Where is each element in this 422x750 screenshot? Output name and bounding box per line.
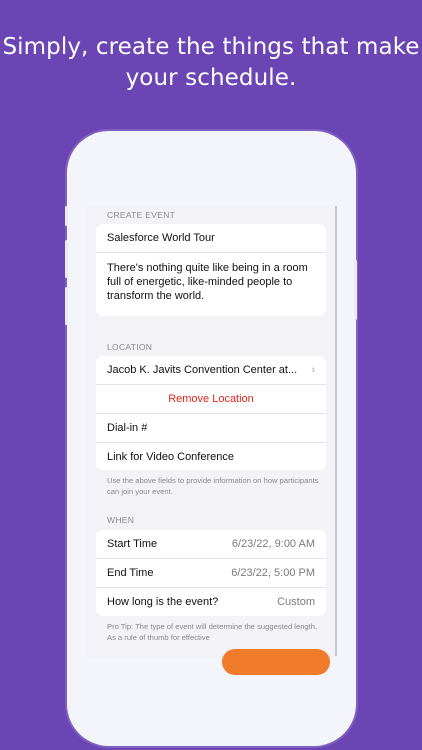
headline-line-1: Simply, create the things that make (2, 34, 420, 60)
phone-side-button (65, 206, 68, 226)
event-description-field[interactable]: There's nothing quite like being in a ro… (96, 252, 326, 311)
event-title-field[interactable]: Salesforce World Tour (96, 224, 326, 252)
event-duration-label: How long is the event? (107, 596, 219, 608)
scroll-indicator[interactable] (335, 206, 337, 656)
location-section-label: LOCATION (107, 342, 153, 352)
video-conference-link-field[interactable]: Link for Video Conference (96, 442, 326, 470)
start-time-value: 6/23/22, 9:00 AM (231, 538, 315, 550)
phone-volume-up-button (65, 240, 68, 278)
remove-location-label: Remove Location (168, 393, 254, 405)
dial-in-field[interactable]: Dial-in # (96, 413, 326, 442)
location-picker[interactable]: Jacob K. Javits Convention Center at... … (96, 356, 326, 384)
chevron-right-icon: › (311, 364, 315, 376)
location-card: Jacob K. Javits Convention Center at... … (96, 356, 326, 470)
end-time-value: 6/23/22, 5:00 PM (231, 567, 315, 579)
location-value: Jacob K. Javits Convention Center at... (107, 364, 298, 376)
remove-location-button[interactable]: Remove Location (96, 384, 326, 413)
when-card: Start Time 6/23/22, 9:00 AM End Time 6/2… (96, 530, 326, 616)
event-duration-row[interactable]: How long is the event? Custom (96, 587, 326, 616)
event-description-text: There's nothing quite like being in a ro… (107, 262, 308, 302)
end-time-row[interactable]: End Time 6/23/22, 5:00 PM (96, 558, 326, 587)
headline-line-2: your schedule. (125, 65, 297, 91)
headline: Simply, create the things that make your… (0, 32, 422, 94)
phone-volume-down-button (65, 287, 68, 325)
phone-power-button (354, 260, 357, 320)
start-time-label: Start Time (107, 538, 158, 550)
start-time-row[interactable]: Start Time 6/23/22, 9:00 AM (96, 530, 326, 558)
create-event-section-label: CREATE EVENT (107, 210, 176, 220)
when-section-label: WHEN (107, 515, 135, 525)
dial-in-placeholder: Dial-in # (107, 422, 148, 434)
video-conference-placeholder: Link for Video Conference (107, 451, 234, 463)
end-time-label: End Time (107, 567, 154, 579)
location-help-note: Use the above fields to provide informat… (107, 476, 319, 496)
app-screen[interactable]: CREATE EVENT Salesforce World Tour There… (87, 206, 336, 658)
event-duration-value: Custom (277, 596, 315, 608)
primary-action-button[interactable] (222, 649, 330, 675)
pro-tip-note: Pro Tip: The type of event will determin… (107, 622, 318, 642)
create-event-card: Salesforce World Tour There's nothing qu… (96, 224, 326, 316)
